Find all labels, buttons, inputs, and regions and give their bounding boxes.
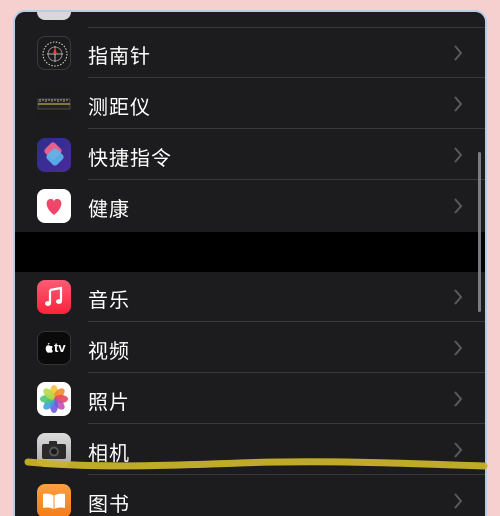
settings-item-label: 快捷指令 (88, 146, 172, 170)
chevron-right-icon (454, 493, 463, 509)
shortcuts-icon (37, 138, 71, 172)
section-gap (15, 232, 485, 272)
music-icon (37, 280, 71, 314)
settings-item-camera[interactable]: 相机 (15, 425, 485, 475)
settings-item-label: 健康 (88, 197, 130, 221)
settings-item-label: 音乐 (88, 288, 130, 312)
row-separator (88, 128, 485, 129)
apple-tv-icon-text: tv (54, 340, 66, 355)
settings-item-label: 视频 (88, 339, 130, 363)
settings-item-books[interactable]: 图书 (15, 476, 485, 516)
row-separator (88, 77, 485, 78)
photos-icon (37, 382, 71, 416)
settings-item-label: 图书 (88, 492, 130, 516)
chevron-right-icon (454, 391, 463, 407)
row-separator (88, 179, 485, 180)
chevron-right-icon (454, 289, 463, 305)
settings-item-health[interactable]: 健康 (15, 181, 485, 231)
partial-row[interactable] (15, 12, 485, 28)
scrollbar[interactable] (478, 152, 481, 312)
settings-item-label: 照片 (88, 390, 130, 414)
row-separator (88, 474, 485, 475)
row-separator (88, 423, 485, 424)
settings-screen: 指南针 测距仪 快捷指令 健康 音乐 tv 视频 照片 相机 图书 (15, 12, 485, 516)
compass-icon (37, 36, 71, 70)
chevron-right-icon (454, 442, 463, 458)
settings-item-measure[interactable]: 测距仪 (15, 79, 485, 129)
measure-icon (37, 87, 71, 121)
settings-item-tv[interactable]: tv 视频 (15, 323, 485, 373)
row-separator (88, 372, 485, 373)
settings-item-label: 指南针 (88, 44, 151, 68)
chevron-right-icon (454, 340, 463, 356)
chevron-right-icon (454, 198, 463, 214)
books-icon (37, 484, 71, 516)
row-separator (88, 321, 485, 322)
chevron-right-icon (454, 147, 463, 163)
partial-app-icon (37, 12, 71, 20)
chevron-right-icon (454, 96, 463, 112)
settings-item-label: 相机 (88, 441, 130, 465)
camera-icon (37, 433, 71, 467)
health-icon (37, 189, 71, 223)
settings-item-music[interactable]: 音乐 (15, 272, 485, 322)
settings-item-photos[interactable]: 照片 (15, 374, 485, 424)
settings-item-shortcuts[interactable]: 快捷指令 (15, 130, 485, 180)
chevron-right-icon (454, 45, 463, 61)
settings-item-compass[interactable]: 指南针 (15, 28, 485, 78)
settings-item-label: 测距仪 (88, 95, 151, 119)
apple-tv-icon: tv (37, 331, 71, 365)
